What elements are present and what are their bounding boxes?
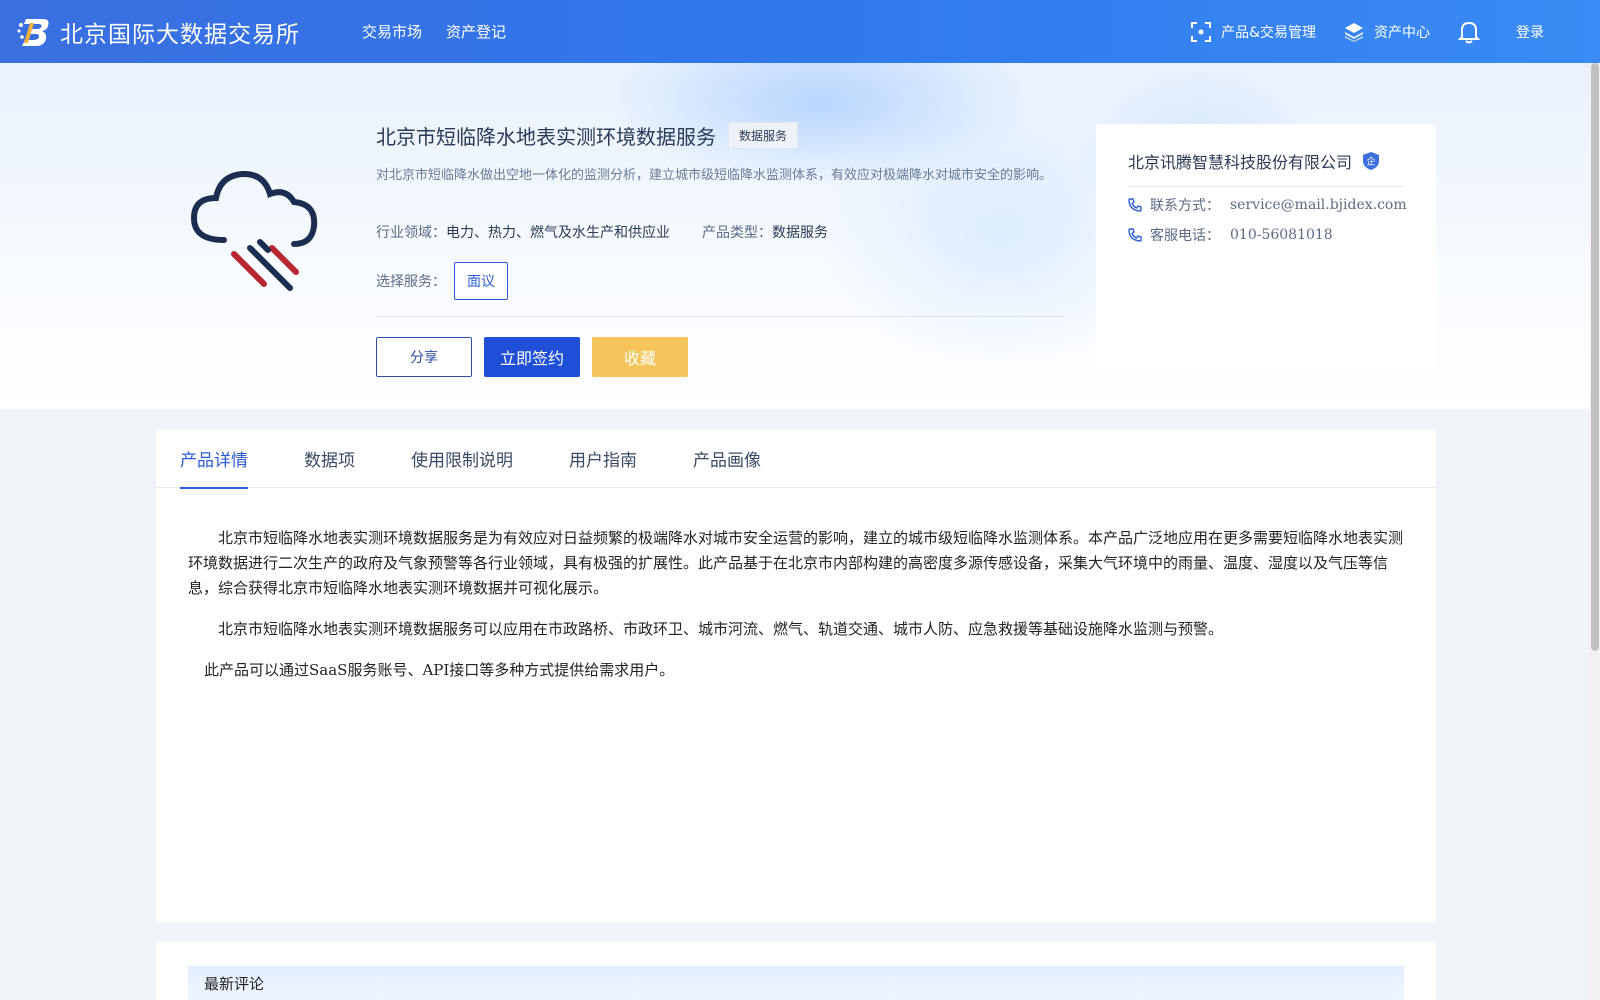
product-meta: 行业领域：电力、热力、燃气及水生产和供应业 产品类型：数据服务 [376,222,860,242]
rain-cloud-icon [190,170,318,291]
comments-title: 最新评论 [204,974,265,993]
main-nav: 交易市场 资产登记 [362,21,530,42]
service-selector: 选择服务： 面议 [376,262,508,300]
comments-header: 最新评论 [188,966,1404,1000]
favorite-button[interactable]: 收藏 [592,337,688,377]
tab-user-guide[interactable]: 用户指南 [569,430,637,488]
page-scrollbar[interactable] [1590,63,1600,1000]
sign-now-button[interactable]: 立即签约 [484,337,580,377]
enterprise-verified-icon: 企 [1363,152,1380,170]
service-option-negotiable[interactable]: 面议 [454,262,508,300]
detail-paragraph: 北京市短临降水地表实测环境数据服务是为有效应对日益频繁的极端降水对城市安全运营的… [188,529,1404,597]
phone-label: 客服电话： [1150,228,1220,244]
scan-icon [1191,21,1212,42]
share-button[interactable]: 分享 [376,337,472,377]
detail-tabs: 产品详情 数据项 使用限制说明 用户指南 产品画像 [156,430,1436,489]
login-link[interactable]: 登录 [1516,22,1544,42]
company-phone-row: 客服电话： 010-56081018 [1128,225,1333,245]
top-header: 北京国际大数据交易所 交易市场 资产登记 产品&交易管理 资产中心 登录 [0,0,1600,63]
contact-email[interactable]: service@mail.bjidex.com [1230,197,1407,213]
phone-number: 010-56081018 [1230,227,1333,243]
product-type-value: 数据服务 [772,225,828,241]
logo-icon [17,18,49,46]
site-title: 北京国际大数据交易所 [60,21,300,48]
tab-product-details[interactable]: 产品详情 [180,430,248,489]
site-logo[interactable]: 北京国际大数据交易所 [16,15,300,49]
phone-icon [1128,198,1142,212]
industry-label: 行业领域： [376,225,446,241]
company-name-row: 北京讯腾智慧科技股份有限公司 企 [1128,149,1380,173]
industry-value: 电力、热力、燃气及水生产和供应业 [446,225,670,241]
product-type-tag: 数据服务 [728,122,799,149]
product-trade-management-label: 产品&交易管理 [1221,24,1316,41]
company-contact-row: 联系方式： service@mail.bjidex.com [1128,195,1407,215]
product-title: 北京市短临降水地表实测环境数据服务 [376,125,716,149]
enterprise-badge-text: 企 [1367,156,1376,168]
nav-asset-registration[interactable]: 资产登记 [446,21,506,42]
nav-trade-market[interactable]: 交易市场 [362,21,422,42]
notifications-button[interactable] [1458,20,1480,44]
detail-paragraph: 此产品可以通过SaaS服务账号、API接口等多种方式提供给需求用户。 [204,661,675,679]
tab-product-profile[interactable]: 产品画像 [693,430,761,488]
company-card: 北京讯腾智慧科技股份有限公司 企 联系方式： service@mail.bjid… [1096,124,1436,368]
product-type-field: 产品类型：数据服务 [702,222,828,242]
header-actions: 产品&交易管理 资产中心 登录 [1191,0,1600,63]
contact-label: 联系方式： [1150,198,1220,214]
product-hero: 北京市短临降水地表实测环境数据服务 数据服务 对北京市短临降水做出空地一体化的监… [0,63,1600,409]
asset-center-link[interactable]: 资产中心 [1344,22,1430,42]
company-divider [1128,186,1404,187]
phone-icon [1128,228,1142,242]
asset-center-label: 资产中心 [1374,24,1430,41]
industry-field: 行业领域：电力、热力、燃气及水生产和供应业 [376,222,670,242]
action-buttons: 分享 立即签约 收藏 [376,337,700,377]
product-description: 对北京市短临降水做出空地一体化的监测分析，建立城市级短临降水监测体系，有效应对极… [376,168,1053,183]
company-name[interactable]: 北京讯腾智慧科技股份有限公司 [1128,149,1352,173]
detail-panel: 产品详情 数据项 使用限制说明 用户指南 产品画像 北京市短临降水地表实测环境数… [156,430,1436,922]
bell-icon [1458,21,1480,43]
product-detail-content: 北京市短临降水地表实测环境数据服务是为有效应对日益频繁的极端降水对城市安全运营的… [156,488,1436,683]
tab-data-items[interactable]: 数据项 [304,430,355,488]
detail-paragraph: 北京市短临降水地表实测环境数据服务可以应用在市政路桥、市政环卫、城市河流、燃气、… [218,620,1224,638]
product-trade-management-link[interactable]: 产品&交易管理 [1191,21,1316,42]
hero-divider [376,316,1066,317]
scrollbar-thumb[interactable] [1591,63,1599,651]
tab-usage-restrictions[interactable]: 使用限制说明 [411,430,513,488]
comments-panel: 最新评论 [156,942,1436,1000]
product-title-row: 北京市短临降水地表实测环境数据服务 数据服务 [376,121,799,150]
service-label: 选择服务： [376,274,446,290]
layers-icon [1345,22,1363,42]
product-type-label: 产品类型： [702,225,772,241]
